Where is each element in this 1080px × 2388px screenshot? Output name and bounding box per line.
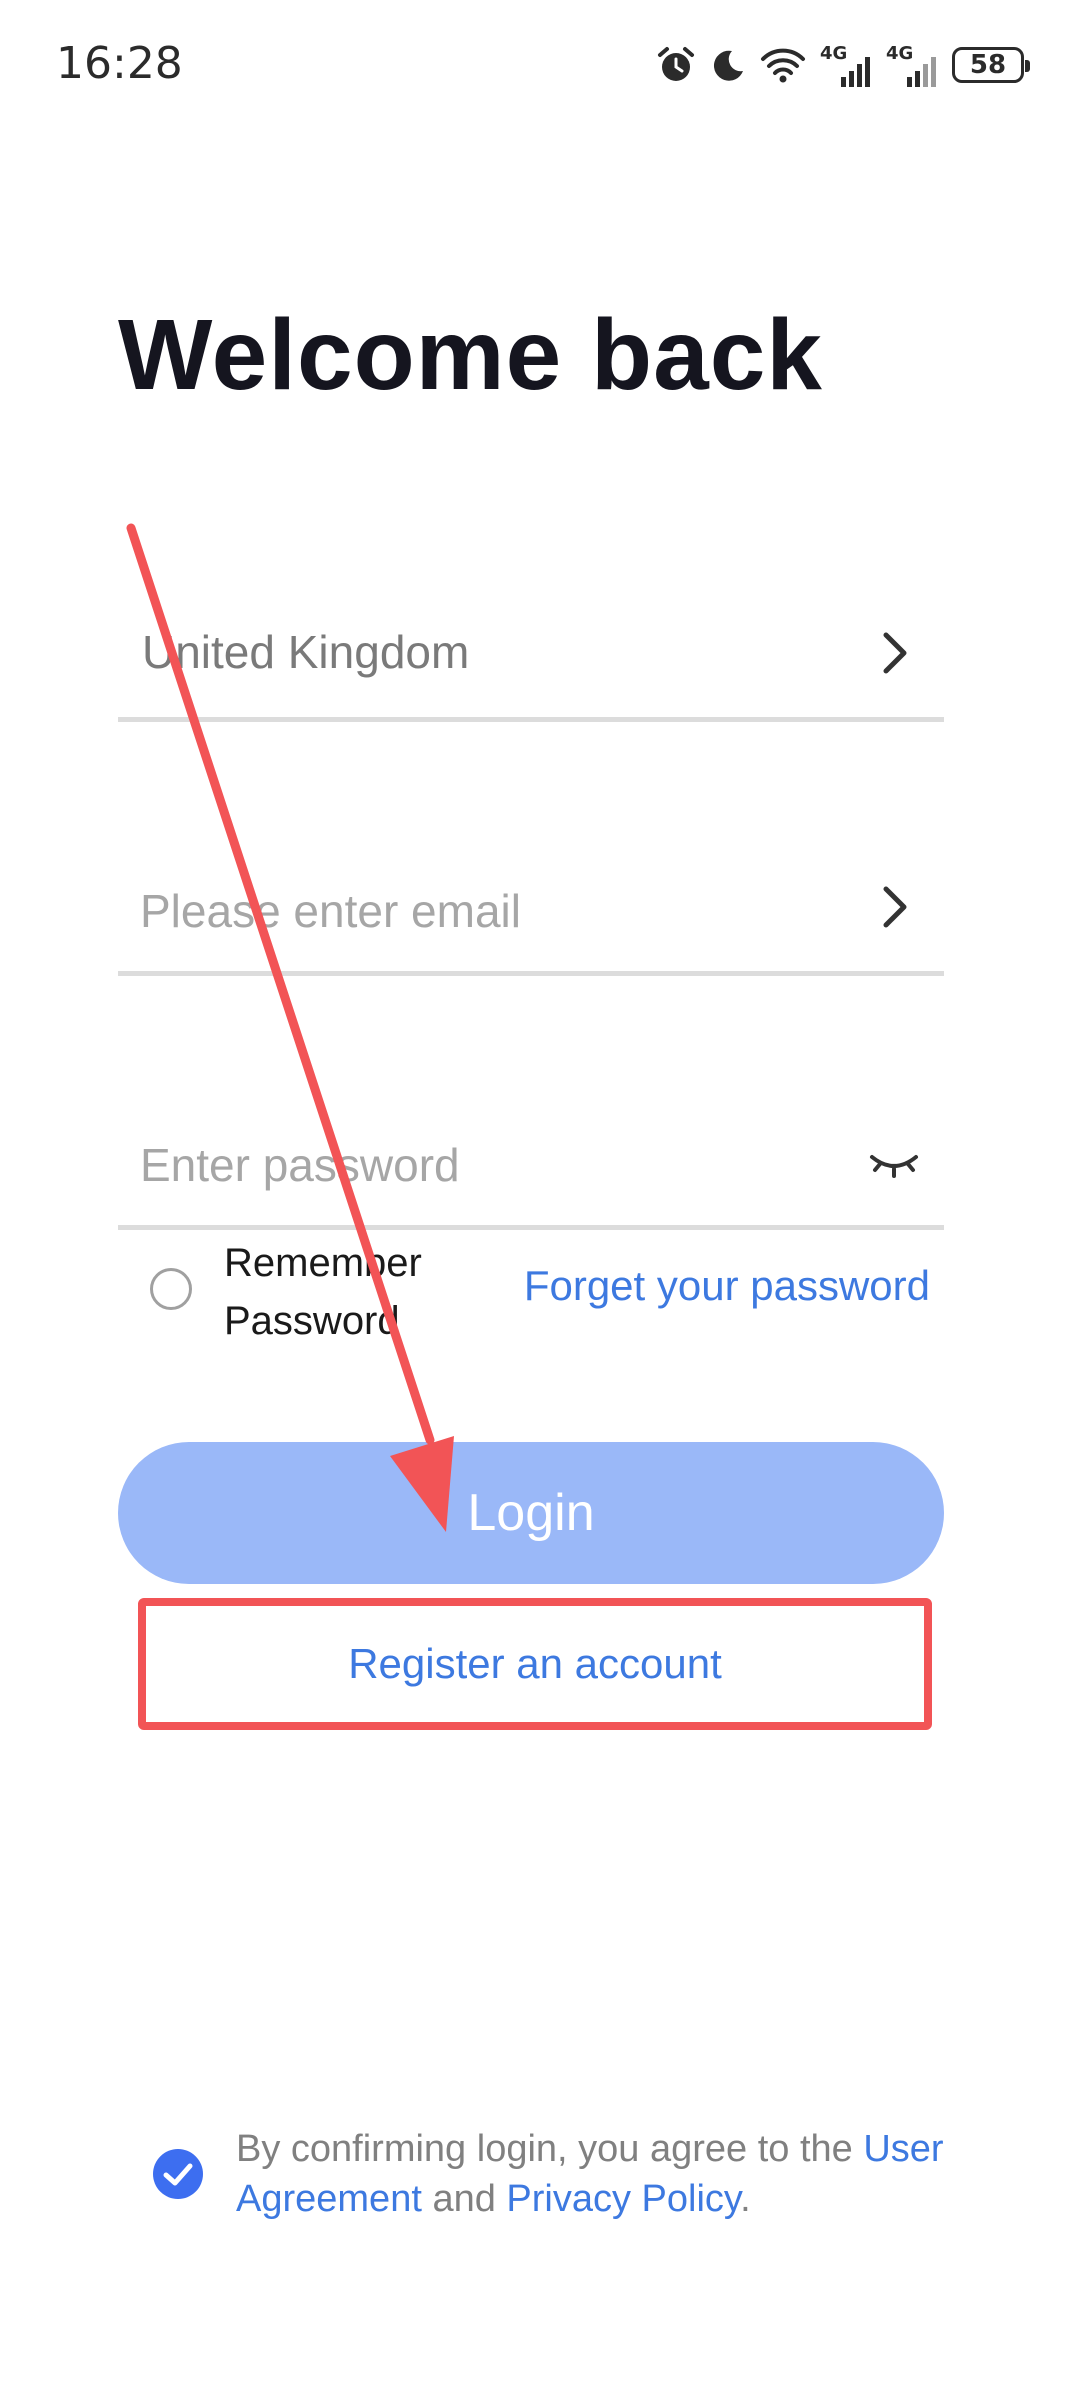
wifi-icon xyxy=(761,48,805,83)
email-field-container xyxy=(118,848,944,976)
forgot-password-link[interactable]: Forget your password xyxy=(524,1262,930,1310)
signal-1: 4G xyxy=(820,43,872,87)
agreement-period: . xyxy=(740,2178,751,2220)
chevron-right-icon xyxy=(883,632,907,674)
remember-password-radio[interactable] xyxy=(150,1268,192,1310)
register-account-link[interactable]: Register an account xyxy=(348,1640,722,1688)
battery-icon: 58 xyxy=(952,47,1030,83)
signal-icon xyxy=(841,57,870,87)
password-field[interactable] xyxy=(140,1135,840,1195)
signal-icon xyxy=(907,57,936,87)
email-field[interactable] xyxy=(140,881,840,941)
alarm-icon xyxy=(658,47,694,81)
agreement-prefix: By confirming login, you agree to the xyxy=(236,2128,864,2170)
agreement-and: and xyxy=(421,2178,507,2220)
remember-password-label: Remember Password xyxy=(224,1241,422,1343)
signal-2: 4G xyxy=(886,43,938,87)
moon-icon xyxy=(713,50,743,81)
agreement-text: By confirming login, you agree to the Us… xyxy=(236,2124,956,2224)
checkbox-checked-icon[interactable] xyxy=(152,2148,204,2200)
country-selector[interactable]: United Kingdom xyxy=(118,594,944,722)
status-icons: 4G 4G 58 xyxy=(656,40,1030,90)
privacy-policy-link[interactable]: Privacy Policy xyxy=(506,2178,740,2220)
page-title: Welcome back xyxy=(118,299,823,411)
country-value: United Kingdom xyxy=(142,626,470,678)
status-time: 16:28 xyxy=(56,38,183,89)
login-button[interactable]: Login xyxy=(118,1442,944,1584)
register-highlight-box: Register an account xyxy=(138,1598,932,1730)
eye-closed-icon[interactable] xyxy=(868,1135,920,1187)
chevron-right-icon[interactable] xyxy=(868,881,920,933)
battery-level: 58 xyxy=(969,50,1007,80)
password-field-container xyxy=(118,1102,944,1230)
